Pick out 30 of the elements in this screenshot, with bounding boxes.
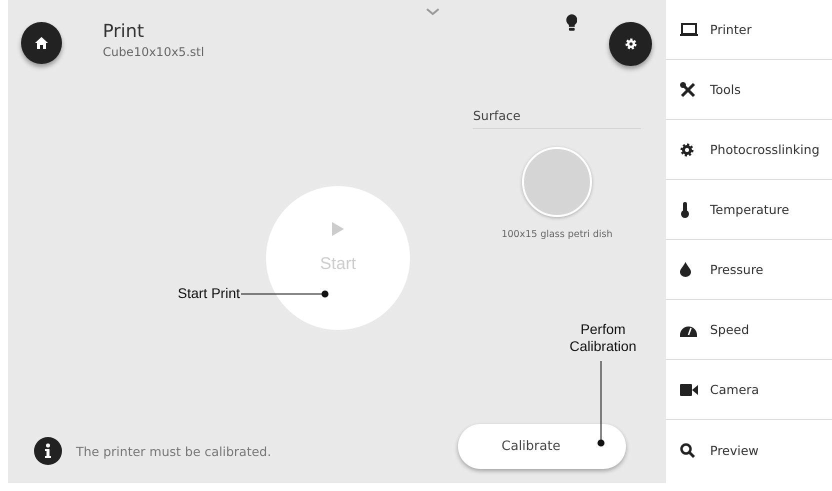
surface-caption: 100x15 glass petri dish — [501, 229, 613, 240]
tools-icon — [680, 82, 696, 98]
drop-icon — [680, 262, 691, 277]
info-icon — [34, 437, 62, 465]
sidebar-item[interactable]: Tools — [666, 60, 832, 120]
calibrate-button[interactable]: Calibrate — [458, 424, 626, 468]
settings-icon — [624, 38, 637, 50]
status-message: The printer must be calibrated. — [76, 444, 272, 458]
sidebar-item[interactable]: Camera — [666, 360, 832, 420]
home-button[interactable] — [21, 22, 62, 64]
sidebar-item[interactable]: Photocrosslinking — [666, 120, 832, 180]
video-camera-icon — [680, 384, 698, 396]
gear-icon — [680, 142, 694, 156]
surface-label: Surface — [473, 108, 641, 129]
sidebar-item[interactable]: Temperature — [666, 180, 832, 240]
callout-label: Perfom Calibration — [568, 321, 638, 355]
sidebar-item[interactable]: Pressure — [666, 240, 832, 300]
sidebar-item[interactable]: Speed — [666, 300, 832, 360]
settings-button[interactable] — [609, 22, 652, 66]
callout-label: Start Print — [178, 285, 240, 301]
home-icon — [34, 37, 48, 49]
sidebar-item[interactable]: Printer — [666, 0, 832, 60]
file-name: Cube10x10x5.stl — [102, 45, 204, 59]
page-title: Print — [102, 21, 146, 42]
thermometer-icon — [680, 202, 690, 218]
lightbulb-icon[interactable] — [566, 14, 578, 32]
sidebar-item[interactable]: Preview — [666, 420, 832, 480]
play-icon — [332, 222, 344, 236]
laptop-icon — [680, 22, 698, 36]
search-icon — [680, 442, 695, 458]
